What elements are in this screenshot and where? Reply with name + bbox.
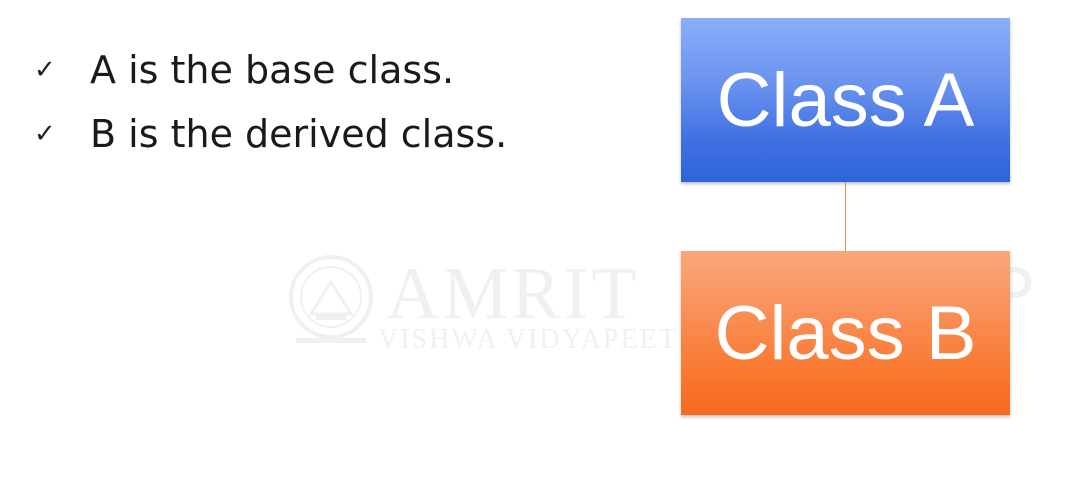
bullet-list: ✓ A is the base class. ✓ B is the derive… [34,38,507,166]
check-icon: ✓ [34,55,56,85]
class-a-label: Class A [716,57,975,143]
watermark-title: AMRIT [386,253,640,335]
watermark-subtitle: VISHWA VIDYAPEET [378,324,678,355]
class-a-box: Class A [681,18,1010,182]
bullet-item: ✓ B is the derived class. [34,102,507,166]
bullet-text: A is the base class. [90,48,455,92]
bullet-item: ✓ A is the base class. [34,38,507,102]
class-b-label: Class B [714,290,977,376]
class-b-box: Class B [681,251,1010,415]
emblem-logo-icon [289,255,373,343]
bullet-text: B is the derived class. [90,112,508,156]
inheritance-connector [845,182,846,251]
check-icon: ✓ [34,119,56,149]
